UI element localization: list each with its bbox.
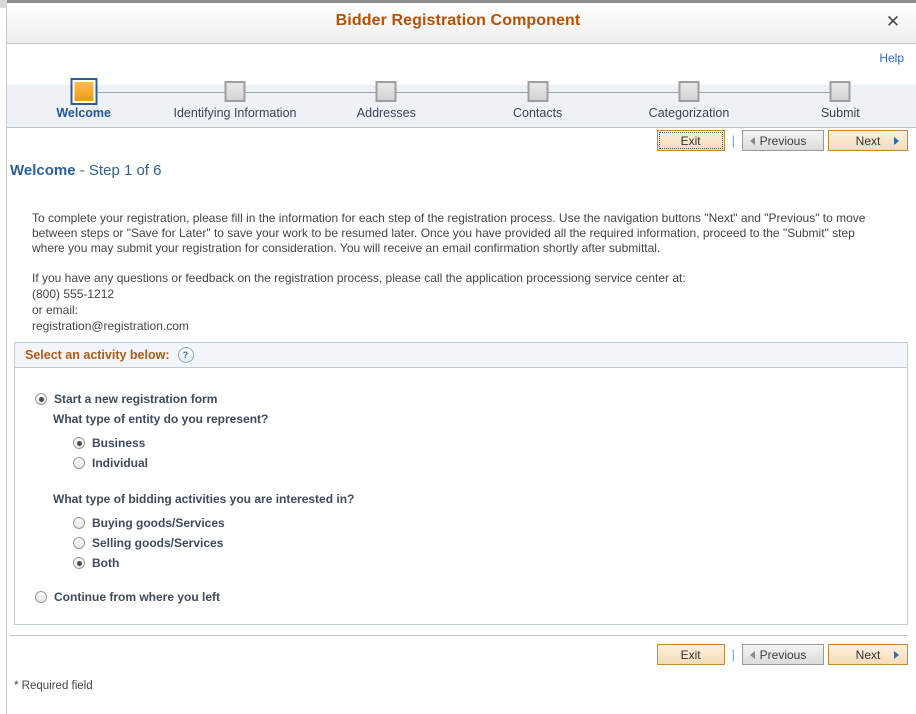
previous-button-top[interactable]: Previous [742, 130, 824, 151]
contact-line: If you have any questions or feedback on… [32, 271, 686, 285]
step-contacts[interactable]: Contacts [461, 71, 614, 128]
radio-label[interactable]: Continue from where you left [54, 590, 220, 604]
radio-label[interactable]: Buying goods/Services [92, 516, 225, 530]
page-title-step: - Step 1 of 6 [75, 162, 162, 179]
step-label: Contacts [512, 106, 563, 120]
step-categorization[interactable]: Categorization [613, 71, 765, 128]
radio-start-new-registration[interactable]: Start a new registration form [15, 390, 907, 408]
step-label: Categorization [648, 106, 730, 120]
help-row: Help [0, 44, 916, 71]
help-question-icon[interactable]: ? [177, 347, 194, 363]
step-submit[interactable]: Submit [764, 71, 916, 128]
next-button-top[interactable]: Next [828, 130, 908, 151]
contact-phone: (800) 555-1212 [32, 287, 115, 301]
bottom-nav-toolbar: Exit | Previous Next [0, 642, 916, 670]
radio-label[interactable]: Both [92, 556, 119, 570]
window-left-rail [0, 0, 7, 714]
step-marker-icon [829, 81, 851, 102]
entity-type-question: What type of entity do you represent? [53, 412, 269, 426]
page-title-name: Welcome [10, 162, 76, 179]
chevron-left-icon [750, 650, 755, 659]
next-button-label: Next [855, 647, 881, 662]
activity-panel-header: Select an activity below: ? [15, 343, 907, 368]
bidding-activity-question: What type of bidding activities you are … [53, 492, 355, 506]
radio-bidding-both[interactable]: Both [15, 554, 907, 572]
exit-button-bottom[interactable]: Exit [656, 644, 725, 665]
toolbar-separator: | [731, 647, 735, 662]
step-addresses[interactable]: Addresses [310, 71, 462, 128]
step-label: Addresses [356, 106, 416, 120]
radio-entity-individual[interactable]: Individual [15, 454, 907, 472]
radio-label[interactable]: Individual [92, 456, 148, 470]
radio-label[interactable]: Start a new registration form [54, 392, 217, 406]
bidder-registration-window: Bidder Registration Component ✕ Help Wel… [0, 0, 916, 714]
radio-button-icon[interactable] [73, 437, 85, 449]
chevron-right-icon [894, 650, 899, 659]
radio-button-icon[interactable] [73, 557, 85, 569]
instructions-paragraph: To complete your registration, please fi… [32, 211, 866, 255]
instructions-block: To complete your registration, please fi… [0, 179, 916, 334]
previous-button-label: Previous [759, 647, 807, 662]
radio-entity-business[interactable]: Business [15, 434, 907, 452]
radio-bidding-buying[interactable]: Buying goods/Services [15, 514, 907, 532]
activity-panel: Select an activity below: ? Start a new … [14, 342, 908, 625]
window-title-bar: Bidder Registration Component ✕ [0, 0, 916, 44]
radio-continue-where-left[interactable]: Continue from where you left [15, 588, 907, 606]
radio-bidding-selling[interactable]: Selling goods/Services [15, 534, 907, 552]
step-label: Identifying Information [173, 106, 297, 120]
close-icon[interactable]: ✕ [882, 11, 904, 33]
radio-label[interactable]: Selling goods/Services [92, 536, 223, 550]
activity-panel-body: Start a new registration form What type … [15, 368, 907, 624]
step-label: Welcome [56, 106, 111, 120]
radio-button-icon[interactable] [73, 457, 85, 469]
contact-email: registration@registration.com [32, 319, 189, 333]
step-welcome[interactable]: Welcome [8, 71, 160, 128]
chevron-right-icon [894, 136, 899, 145]
page-title: Welcome - Step 1 of 6 [0, 156, 916, 179]
radio-button-icon[interactable] [35, 393, 47, 405]
step-list: Welcome Identifying Information Addresse… [8, 71, 916, 128]
contact-email-label: or email: [32, 303, 79, 317]
step-marker-icon [678, 81, 700, 102]
step-marker-icon [527, 81, 549, 102]
top-nav-toolbar: Exit | Previous Next [0, 128, 916, 156]
previous-button-bottom[interactable]: Previous [742, 644, 824, 665]
next-button-bottom[interactable]: Next [828, 644, 908, 665]
radio-button-icon[interactable] [35, 591, 47, 603]
step-identifying-information[interactable]: Identifying Information [159, 71, 311, 128]
step-train: Welcome Identifying Information Addresse… [0, 71, 916, 128]
step-marker-icon [224, 81, 246, 102]
radio-button-icon[interactable] [73, 537, 85, 549]
exit-button-top[interactable]: Exit [656, 130, 725, 151]
radio-button-icon[interactable] [73, 517, 85, 529]
left-rail-cap [0, 0, 7, 8]
help-link[interactable]: Help [879, 51, 904, 65]
footer-divider [10, 635, 908, 636]
step-label: Submit [820, 106, 860, 120]
toolbar-separator: | [731, 133, 735, 148]
chevron-left-icon [750, 136, 755, 145]
activity-panel-title: Select an activity below: [25, 348, 170, 362]
previous-button-label: Previous [759, 133, 807, 148]
step-marker-icon [70, 78, 98, 105]
radio-label[interactable]: Business [92, 436, 145, 450]
step-marker-icon [375, 81, 397, 102]
window-title: Bidder Registration Component [335, 12, 581, 29]
next-button-label: Next [855, 133, 881, 148]
required-field-note: * Required field [14, 680, 93, 692]
